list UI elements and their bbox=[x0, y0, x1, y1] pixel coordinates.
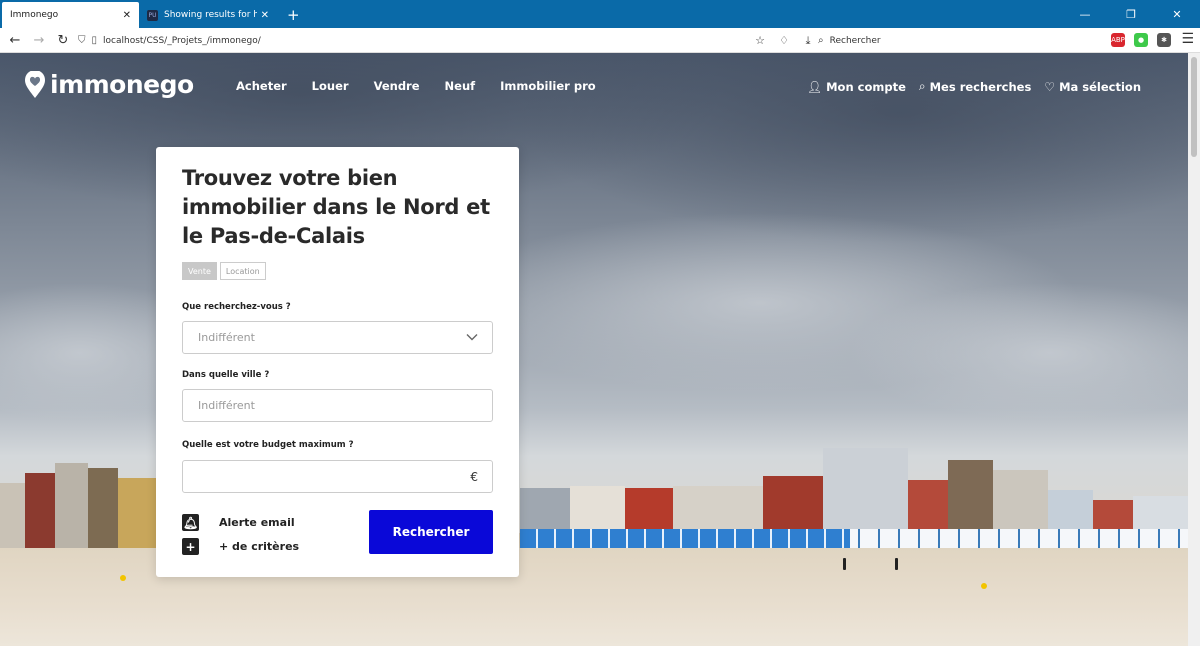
close-window-icon[interactable]: ✕ bbox=[1154, 0, 1200, 28]
site-header: immonego Acheter Louer Vendre Neuf Immob… bbox=[0, 53, 1188, 123]
close-tab-icon[interactable]: ✕ bbox=[123, 10, 131, 21]
property-type-select[interactable]: Indifférent bbox=[182, 321, 493, 354]
city-placeholder: Indifférent bbox=[198, 399, 255, 412]
euro-currency-symbol: € bbox=[470, 469, 478, 484]
more-criteria-option[interactable]: + + de critères bbox=[182, 538, 299, 555]
browser-search-bar[interactable]: ⌕ Rechercher bbox=[818, 31, 1103, 50]
browser-tab-bar: Immonego ✕ PU Showing results for http:/… bbox=[0, 0, 1200, 28]
search-placeholder: Rechercher bbox=[829, 35, 881, 46]
account-nav: 👤︎ Mon compte ⌕ Mes recherches ♡ Ma séle… bbox=[794, 79, 1141, 94]
nav-louer[interactable]: Louer bbox=[312, 79, 349, 93]
shield-icon: ⛉ bbox=[78, 35, 86, 46]
logo-text: immonego bbox=[50, 70, 194, 99]
my-selection-label: Ma sélection bbox=[1059, 79, 1141, 94]
search-icon: ⌕ bbox=[818, 35, 824, 46]
hamburger-menu-icon[interactable]: ☰ bbox=[1181, 31, 1194, 47]
page-viewport: immonego Acheter Louer Vendre Neuf Immob… bbox=[0, 53, 1188, 646]
property-search-card: Trouvez votre bien immobilier dans le No… bbox=[156, 147, 519, 577]
extension-toggle-icon[interactable]: ● bbox=[1134, 33, 1148, 47]
page-icon: ▯ bbox=[91, 35, 98, 46]
tab-showing-results[interactable]: PU Showing results for http://www ✕ bbox=[139, 2, 277, 28]
url-text[interactable]: localhost/CSS/_Projets_/immonego/ bbox=[103, 36, 261, 46]
beach-walker bbox=[843, 558, 846, 570]
minimize-icon[interactable]: — bbox=[1062, 0, 1108, 28]
new-tab-button[interactable]: + bbox=[277, 2, 310, 28]
bookmark-star-icon[interactable]: ☆ bbox=[748, 31, 772, 50]
my-searches-link[interactable]: ⌕ Mes recherches bbox=[919, 79, 1031, 94]
beach-huts-blue bbox=[520, 529, 850, 549]
nav-neuf[interactable]: Neuf bbox=[445, 79, 476, 93]
immonego-logo[interactable]: immonego bbox=[24, 70, 194, 99]
search-card-title: Trouvez votre bien immobilier dans le No… bbox=[182, 166, 490, 248]
page-scrollbar[interactable] bbox=[1188, 53, 1200, 646]
extension-puzzle-icon[interactable]: ✱ bbox=[1157, 33, 1171, 47]
heart-icon: ♡ bbox=[1044, 79, 1056, 94]
more-criteria-label: + de critères bbox=[219, 540, 300, 553]
budget-input[interactable]: € bbox=[182, 460, 493, 493]
nav-acheter[interactable]: Acheter bbox=[236, 79, 287, 93]
email-alert-label: Alerte email bbox=[219, 516, 295, 529]
back-arrow-icon[interactable]: ← bbox=[3, 28, 27, 52]
tab-immonego[interactable]: Immonego ✕ bbox=[2, 2, 139, 28]
beach-ball bbox=[981, 583, 987, 589]
beach-walker bbox=[895, 558, 898, 570]
beach-ball bbox=[120, 575, 126, 581]
user-icon: 👤︎ bbox=[806, 79, 823, 94]
tab-title: Showing results for http://www bbox=[164, 10, 257, 20]
property-type-value: Indifférent bbox=[198, 331, 255, 344]
adblock-extension-icon[interactable]: ABP bbox=[1111, 33, 1125, 47]
forward-arrow-icon[interactable]: → bbox=[27, 28, 51, 52]
pocket-icon[interactable]: ♢ bbox=[772, 31, 796, 50]
close-tab-icon[interactable]: ✕ bbox=[261, 10, 269, 21]
main-nav: Acheter Louer Vendre Neuf Immobilier pro bbox=[236, 79, 621, 93]
property-type-label: Que recherchez-vous ? bbox=[182, 302, 291, 312]
budget-label: Quelle est votre budget maximum ? bbox=[182, 440, 354, 450]
download-icon[interactable]: ⤓ bbox=[796, 31, 820, 50]
browser-nav-bar: ← → ↻ ⛉ ▯ localhost/CSS/_Projets_/immone… bbox=[0, 28, 1200, 53]
my-searches-label: Mes recherches bbox=[929, 79, 1032, 94]
window-controls: — ❐ ✕ bbox=[1062, 0, 1200, 28]
account-link[interactable]: 👤︎ Mon compte bbox=[807, 79, 906, 94]
reload-icon[interactable]: ↻ bbox=[51, 28, 75, 52]
bell-icon: 🔔︎ bbox=[182, 514, 199, 531]
scrollbar-thumb[interactable] bbox=[1191, 57, 1197, 157]
url-bar[interactable]: ⛉ ▯ localhost/CSS/_Projets_/immonego/ bbox=[78, 31, 813, 50]
my-selection-link[interactable]: ♡ Ma sélection bbox=[1044, 79, 1141, 94]
toggle-vente[interactable]: Vente bbox=[182, 262, 217, 280]
restore-icon[interactable]: ❐ bbox=[1108, 0, 1154, 28]
city-input[interactable]: Indifférent bbox=[182, 389, 493, 422]
chevron-down-icon bbox=[466, 334, 478, 341]
city-label: Dans quelle ville ? bbox=[182, 370, 270, 380]
tab-title: Immonego bbox=[10, 10, 59, 20]
plus-icon: + bbox=[182, 538, 199, 555]
account-label: Mon compte bbox=[826, 79, 906, 94]
search-icon: ⌕ bbox=[918, 79, 926, 93]
toggle-location[interactable]: Location bbox=[219, 262, 266, 280]
email-alert-option[interactable]: 🔔︎ Alerte email bbox=[182, 514, 295, 531]
heart-pin-icon bbox=[25, 70, 45, 98]
search-submit-button[interactable]: Rechercher bbox=[369, 510, 493, 554]
transaction-type-toggle: Vente Location bbox=[182, 262, 269, 280]
nav-immobilier-pro[interactable]: Immobilier pro bbox=[500, 79, 595, 93]
nav-vendre[interactable]: Vendre bbox=[374, 79, 420, 93]
favicon-icon: PU bbox=[147, 9, 158, 21]
